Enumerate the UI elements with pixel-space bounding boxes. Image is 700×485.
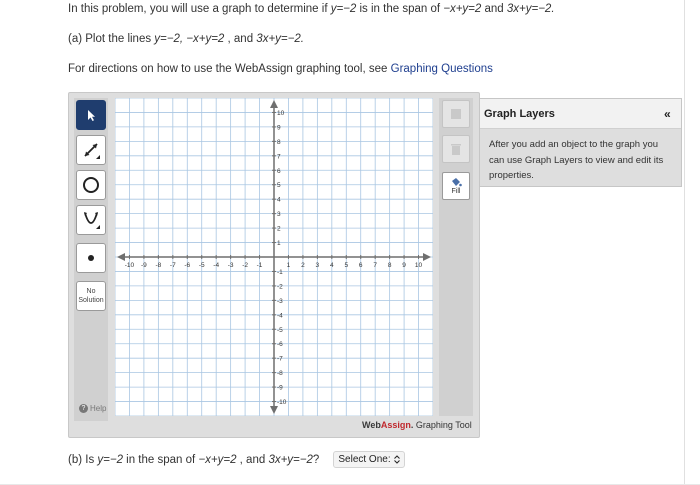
fill-bucket-icon <box>452 178 462 187</box>
y-tick-label: 6 <box>277 168 281 175</box>
x-tick-label: 4 <box>330 262 334 269</box>
line-tool-button[interactable] <box>76 135 106 165</box>
y-axis-arrow-down <box>270 406 278 414</box>
x-tick-label: 1 <box>287 262 291 269</box>
graph-layers-text: After you add an object to the graph you… <box>489 139 664 181</box>
x-tick-label: 5 <box>344 262 348 269</box>
x-tick-label: 9 <box>402 262 406 269</box>
y-axis-arrow-up <box>270 100 278 108</box>
delete-button <box>442 135 470 163</box>
x-axis-arrow-left <box>117 253 125 261</box>
x-tick-label: -2 <box>242 262 248 269</box>
no-solution-button[interactable]: No Solution <box>76 281 106 311</box>
y-tick-label: 2 <box>277 226 281 233</box>
problem-intro: In this problem, you will use a graph to… <box>68 3 555 15</box>
cursor-icon <box>88 110 95 121</box>
x-tick-label: -4 <box>213 262 219 269</box>
x-tick-label: -1 <box>257 262 263 269</box>
collapse-icon[interactable]: « <box>664 107 671 121</box>
graph-layers-panel: Graph Layers « After you add an object t… <box>479 98 682 187</box>
y-tick-label: -1 <box>277 269 283 276</box>
y-tick-label: -9 <box>277 385 283 392</box>
y-tick-label: 10 <box>277 110 285 117</box>
y-tick-label: 9 <box>277 124 281 131</box>
select-value: Select One: <box>338 454 391 465</box>
snap-button <box>442 100 470 128</box>
graph-canvas[interactable]: -10 -9 -8 -7 -6 -5 -4 -3 -2 -1 1 2 3 4 5 6 7 8 9 10 10 9 8 7 6 5 4… <box>115 98 433 416</box>
y-tick-label: -5 <box>277 327 283 334</box>
y-tick-label: 5 <box>277 182 281 189</box>
help-icon: ? <box>79 404 88 413</box>
y-tick-label: -10 <box>277 399 287 406</box>
pointer-tool-button[interactable] <box>76 100 106 130</box>
x-tick-label: 2 <box>301 262 305 269</box>
x-tick-label: -9 <box>141 262 147 269</box>
part-a-text: (a) Plot the lines y=−2, −x+y=2 , and 3x… <box>68 33 304 45</box>
x-tick-label: 7 <box>373 262 377 269</box>
page-divider <box>684 0 685 485</box>
x-tick-label: -10 <box>125 262 135 269</box>
circle-tool-button[interactable] <box>76 170 106 200</box>
x-tick-label: 10 <box>415 262 423 269</box>
x-tick-label: 3 <box>316 262 320 269</box>
graphing-questions-link[interactable]: Graphing Questions <box>391 63 493 75</box>
graph-layers-header: Graph Layers « <box>480 99 681 129</box>
x-tick-label: 8 <box>388 262 392 269</box>
y-tick-label: -6 <box>277 341 283 348</box>
y-tick-label: -4 <box>277 312 283 319</box>
x-tick-label: -8 <box>155 262 161 269</box>
y-tick-label: 7 <box>277 153 281 160</box>
point-tool-button[interactable] <box>76 243 106 273</box>
x-tick-label: -5 <box>199 262 205 269</box>
x-tick-label: 6 <box>359 262 363 269</box>
snap-icon <box>451 109 461 119</box>
y-tick-label: -8 <box>277 370 283 377</box>
help-button[interactable]: ? Help <box>79 404 106 413</box>
no-solution-label-1: No <box>86 288 96 295</box>
trash-icon <box>451 143 461 155</box>
y-tick-label: -7 <box>277 356 283 363</box>
webassign-brand: WebAssign. Graphing Tool <box>362 420 472 430</box>
y-tick-label: 1 <box>277 240 281 247</box>
directions-text: For directions on how to use the WebAssi… <box>68 63 493 75</box>
parabola-tool-button[interactable] <box>76 205 106 235</box>
y-tick-label: -2 <box>277 283 283 290</box>
x-axis-arrow-right <box>423 253 431 261</box>
line-arrow-icon <box>84 143 100 159</box>
graph-layers-title: Graph Layers <box>484 108 555 120</box>
y-tick-label: -3 <box>277 298 283 305</box>
fill-button[interactable]: Fill <box>442 172 470 200</box>
x-tick-label: -6 <box>184 262 190 269</box>
fill-label: Fill <box>451 188 461 195</box>
answer-select[interactable]: Select One: <box>333 451 405 468</box>
point-icon <box>88 255 94 261</box>
no-solution-label-2: Solution <box>78 297 104 304</box>
y-tick-label: 4 <box>277 197 281 204</box>
x-tick-label: -3 <box>228 262 234 269</box>
x-tick-label: -7 <box>170 262 176 269</box>
y-tick-label: 3 <box>277 211 281 218</box>
y-tick-label: 8 <box>277 139 281 146</box>
help-label: Help <box>90 404 107 413</box>
part-b-text: (b) Is y=−2 in the span of −x+y=2 , and … <box>68 454 320 466</box>
select-arrows-icon <box>393 455 400 464</box>
parabola-icon <box>84 212 100 229</box>
circle-icon <box>83 177 99 193</box>
